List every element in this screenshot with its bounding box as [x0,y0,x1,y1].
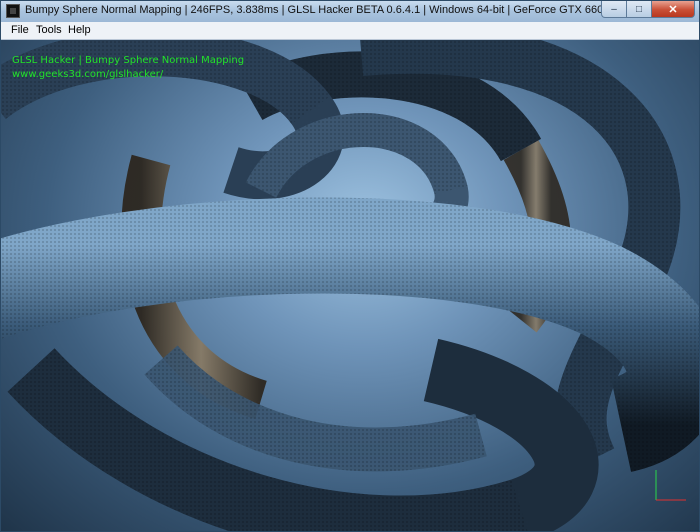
render-viewport[interactable]: GLSL Hacker | Bumpy Sphere Normal Mappin… [1,40,699,531]
menu-help[interactable]: Help [68,24,91,36]
minimize-icon: – [611,3,617,15]
menu-bar: File Tools Help [1,22,699,40]
title-bar[interactable]: Bumpy Sphere Normal Mapping | 246FPS, 3.… [1,1,699,22]
window-controls: – □ ✕ [601,1,695,19]
close-icon: ✕ [668,3,678,16]
minimize-button[interactable]: – [601,1,627,18]
axis-gizmo-icon [655,470,686,501]
torus-knot-render [1,40,699,531]
app-icon[interactable] [6,4,20,18]
window-title: Bumpy Sphere Normal Mapping | 246FPS, 3.… [25,4,662,16]
app-window: Bumpy Sphere Normal Mapping | 246FPS, 3.… [0,0,700,532]
menu-file[interactable]: File [11,24,29,36]
overlay-url[interactable]: www.geeks3d.com/glslhacker/ [12,69,163,80]
maximize-button[interactable]: □ [627,1,652,18]
overlay-title: GLSL Hacker | Bumpy Sphere Normal Mappin… [12,55,245,66]
maximize-icon: □ [635,3,643,15]
close-button[interactable]: ✕ [652,1,695,18]
menu-tools[interactable]: Tools [36,24,62,36]
